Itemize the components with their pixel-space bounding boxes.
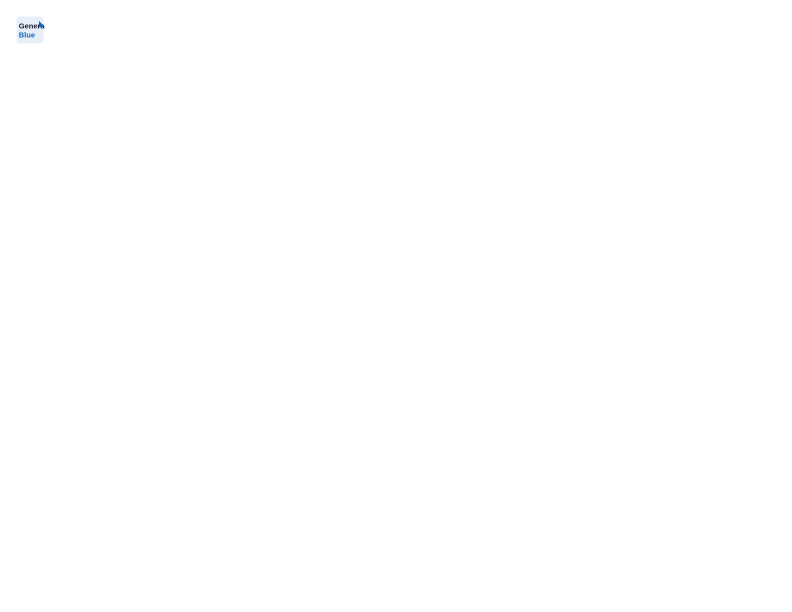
page-header: General Blue — [15, 15, 777, 45]
svg-text:Blue: Blue — [19, 31, 35, 40]
logo-icon: General Blue — [15, 15, 45, 45]
logo: General Blue — [15, 15, 49, 45]
